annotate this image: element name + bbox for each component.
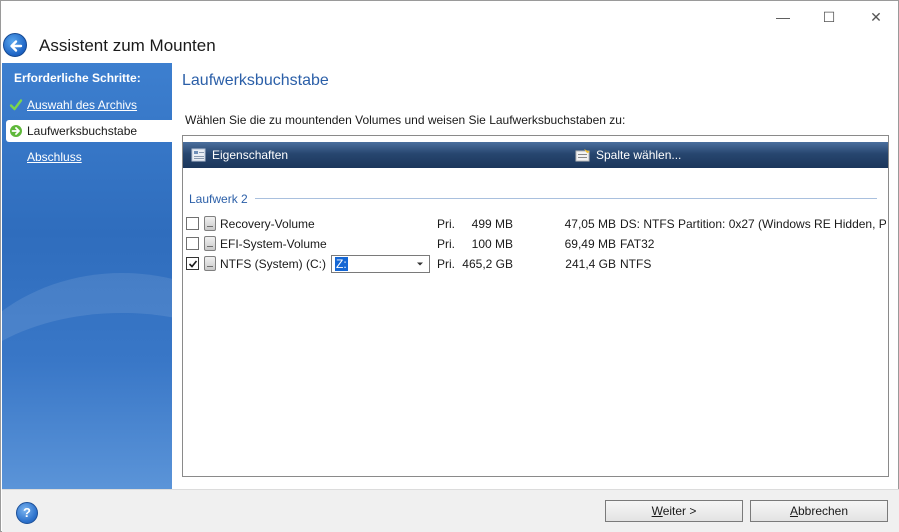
minimize-button[interactable]: — xyxy=(768,7,798,27)
choose-columns-label: Spalte wählen... xyxy=(596,148,682,162)
volume-checkbox[interactable] xyxy=(186,217,199,230)
maximize-button[interactable]: ☐ xyxy=(814,7,844,27)
choose-columns-button[interactable]: Spalte wählen... xyxy=(575,145,695,165)
list-toolbar: Eigenschaften Spalte wählen... xyxy=(183,142,888,168)
properties-button[interactable]: Eigenschaften xyxy=(191,145,311,165)
step-label: Auswahl des Archivs xyxy=(27,98,138,112)
disk-icon xyxy=(204,256,216,271)
steps-heading: Erforderliche Schritte: xyxy=(14,71,141,85)
disk-group-label: Laufwerk 2 xyxy=(189,192,248,206)
volume-filesystem: FAT32 xyxy=(620,237,655,251)
properties-icon xyxy=(191,148,206,162)
page-title: Laufwerksbuchstabe xyxy=(182,72,329,89)
instruction-text: Wählen Sie die zu mountenden Volumes und… xyxy=(185,113,626,127)
volume-filesystem: DS: NTFS Partition: 0x27 (Windows RE Hid… xyxy=(620,217,886,231)
volume-checkbox[interactable] xyxy=(186,257,199,270)
next-label: eiter > xyxy=(662,504,697,518)
step-drive-letter[interactable]: Laufwerksbuchstabe xyxy=(6,120,172,142)
volume-size: 499 MB xyxy=(471,217,513,231)
volume-used: 241,4 GB xyxy=(565,257,616,271)
volume-checkbox[interactable] xyxy=(186,237,199,250)
cancel-label: bbrechen xyxy=(797,504,849,518)
drive-letter-value: Z: xyxy=(335,257,348,271)
back-button[interactable] xyxy=(3,33,27,57)
step-archive-selection[interactable]: Auswahl des Archivs xyxy=(6,94,172,116)
step-label: Abschluss xyxy=(27,150,82,164)
next-button[interactable]: Weiter > xyxy=(605,500,743,522)
volume-name: NTFS (System) (C:) xyxy=(220,257,326,271)
disk-icon xyxy=(204,216,216,231)
checkmark-icon xyxy=(188,260,198,268)
volume-name: Recovery-Volume xyxy=(220,217,315,231)
steps-sidebar: Erforderliche Schritte: Auswahl des Arch… xyxy=(2,63,172,489)
volume-row[interactable]: EFI-System-Volume Pri. 100 MB 69,49 MB F… xyxy=(183,234,888,254)
columns-icon xyxy=(575,149,590,162)
step-finish[interactable]: Abschluss xyxy=(6,146,172,168)
volume-filesystem: NTFS xyxy=(620,257,652,271)
volume-row[interactable]: NTFS (System) (C:) Z: Pri. 465,2 GB 241,… xyxy=(183,254,888,274)
properties-label: Eigenschaften xyxy=(212,148,289,162)
step-label: Laufwerksbuchstabe xyxy=(27,124,138,138)
volume-used: 47,05 MB xyxy=(564,217,616,231)
back-arrow-icon xyxy=(10,40,23,52)
disk-icon xyxy=(204,236,216,251)
next-mnemonic: W xyxy=(651,504,663,518)
close-button[interactable]: ✕ xyxy=(861,7,891,27)
volume-used: 69,49 MB xyxy=(564,237,616,251)
volume-list-panel: Eigenschaften Spalte wählen... Laufwerk … xyxy=(182,135,889,477)
cancel-mnemonic: A xyxy=(789,504,798,518)
checkmark-icon xyxy=(9,99,23,111)
volume-name: EFI-System-Volume xyxy=(220,237,327,251)
group-divider xyxy=(255,198,877,199)
help-button[interactable]: ? xyxy=(16,502,38,524)
cancel-button[interactable]: Abbrechen xyxy=(750,500,888,522)
arrow-right-icon xyxy=(10,125,22,137)
volume-row[interactable]: Recovery-Volume Pri. 499 MB 47,05 MB DS:… xyxy=(183,214,888,234)
volume-size: 100 MB xyxy=(471,237,513,251)
volume-size: 465,2 GB xyxy=(462,257,513,271)
wizard-title: Assistent zum Mounten xyxy=(39,36,216,55)
title-bar: — ☐ ✕ Assistent zum Mounten xyxy=(1,1,898,63)
wizard-window: — ☐ ✕ Assistent zum Mounten Erforderlich… xyxy=(0,0,899,532)
wizard-footer: ? Weiter > Abbrechen xyxy=(2,489,899,532)
